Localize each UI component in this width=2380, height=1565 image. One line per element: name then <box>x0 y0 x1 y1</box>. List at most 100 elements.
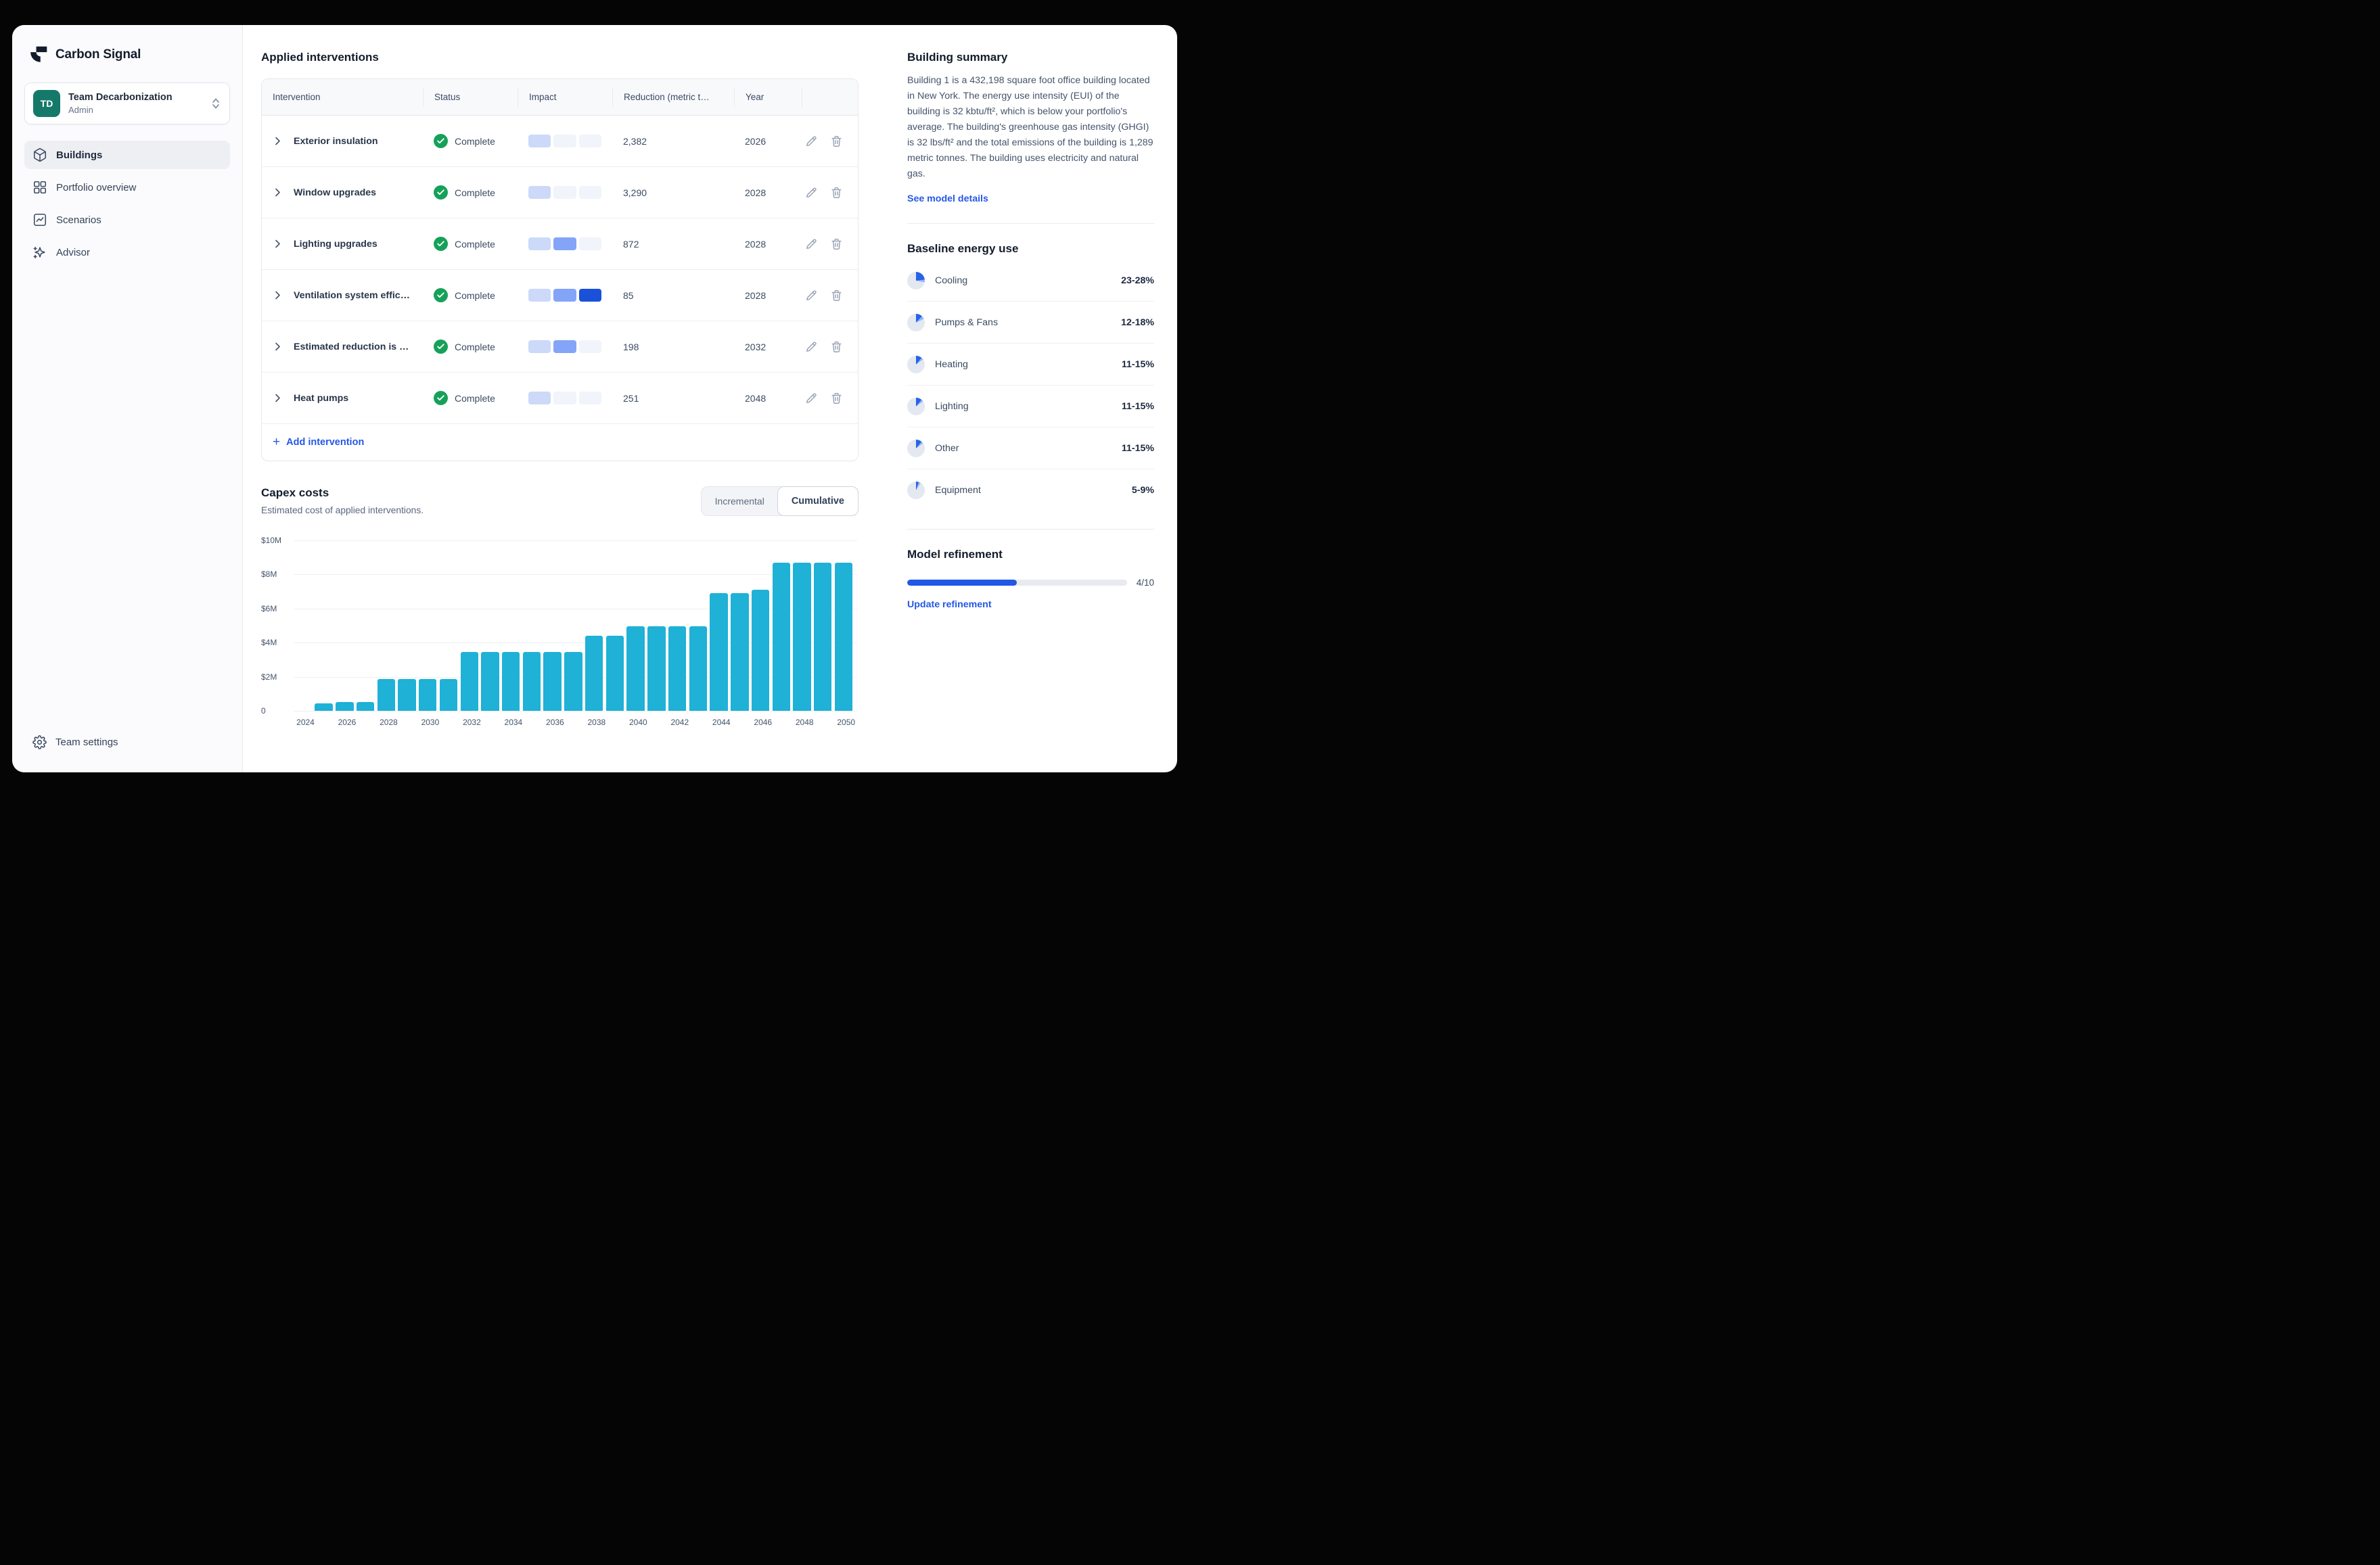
team-settings-button[interactable]: Team settings <box>24 728 230 756</box>
y-axis-tick: $10M <box>261 536 287 545</box>
y-axis-tick: $6M <box>261 604 287 613</box>
reduction-value: 198 <box>623 342 639 352</box>
x-axis-tick: 2034 <box>505 718 523 727</box>
impact-cell <box>518 186 612 199</box>
sidebar-item-portfolio-overview[interactable]: Portfolio overview <box>24 173 230 202</box>
bar <box>835 563 852 711</box>
capex-titles: Capex costs Estimated cost of applied in… <box>261 486 424 515</box>
refinement-title: Model refinement <box>907 548 1154 561</box>
add-intervention-button[interactable]: + Add intervention <box>273 436 364 448</box>
divider <box>907 223 1154 224</box>
reduction-value: 251 <box>623 393 639 404</box>
baseline-row: Other11-15% <box>907 427 1154 469</box>
impact-segment <box>579 237 601 250</box>
delete-icon[interactable] <box>830 392 843 404</box>
edit-icon[interactable] <box>805 392 818 404</box>
status-cell: Complete <box>423 391 518 405</box>
impact-segment <box>553 186 576 199</box>
delete-icon[interactable] <box>830 237 843 250</box>
bar <box>502 652 520 711</box>
baseline-list: Cooling23-28%Pumps & Fans12-18%Heating11… <box>907 260 1154 511</box>
reduction-value: 85 <box>623 290 634 301</box>
bar <box>585 636 603 711</box>
building-summary-text: Building 1 is a 432,198 square foot offi… <box>907 73 1154 182</box>
chevron-right-icon[interactable] <box>273 136 283 146</box>
sidebar-item-advisor[interactable]: Advisor <box>24 238 230 266</box>
see-model-details-link[interactable]: See model details <box>907 193 988 204</box>
baseline-range: 11-15% <box>1122 401 1154 412</box>
sidebar-item-label: Advisor <box>56 247 90 258</box>
baseline-row: Heating11-15% <box>907 344 1154 386</box>
delete-icon[interactable] <box>830 186 843 199</box>
actions-cell <box>802 186 858 199</box>
chevron-right-icon[interactable] <box>273 187 283 197</box>
table-row: Lighting upgradesComplete8722028 <box>262 218 858 269</box>
x-axis-tick: 2038 <box>587 718 605 727</box>
x-axis-tick: 2046 <box>754 718 772 727</box>
status-label: Complete <box>455 187 495 198</box>
status-cell: Complete <box>423 288 518 302</box>
plus-icon: + <box>273 436 280 448</box>
sidebar-item-label: Scenarios <box>56 214 101 226</box>
capex-header: Capex costs Estimated cost of applied in… <box>261 486 859 516</box>
column-header: Status <box>423 88 518 107</box>
intervention-name: Ventilation system effici… <box>294 290 412 301</box>
toggle-option-incremental[interactable]: Incremental <box>702 487 778 515</box>
toggle-option-cumulative[interactable]: Cumulative <box>777 486 859 516</box>
edit-icon[interactable] <box>805 289 818 302</box>
baseline-range: 23-28% <box>1121 275 1154 286</box>
reduction-value: 3,290 <box>623 187 647 198</box>
edit-icon[interactable] <box>805 237 818 250</box>
impact-cell <box>518 237 612 250</box>
bar <box>523 652 541 711</box>
app-title: Carbon Signal <box>55 47 141 62</box>
impact-segment <box>553 237 576 250</box>
team-settings-label: Team settings <box>55 737 118 748</box>
update-refinement-link[interactable]: Update refinement <box>907 599 992 610</box>
x-axis-tick: 2024 <box>296 718 315 727</box>
edit-icon[interactable] <box>805 340 818 353</box>
building-summary-title: Building summary <box>907 51 1154 64</box>
bar <box>481 652 499 711</box>
check-circle-icon <box>434 340 448 354</box>
edit-icon[interactable] <box>805 135 818 147</box>
capex-subtitle: Estimated cost of applied interventions. <box>261 505 424 515</box>
baseline-row: Pumps & Fans12-18% <box>907 302 1154 344</box>
delete-icon[interactable] <box>830 340 843 353</box>
baseline-range: 12-18% <box>1121 317 1154 328</box>
chevron-right-icon[interactable] <box>273 239 283 249</box>
baseline-title: Baseline energy use <box>907 242 1154 256</box>
edit-icon[interactable] <box>805 186 818 199</box>
intervention-name: Exterior insulation <box>294 136 378 147</box>
year-value: 2028 <box>745 239 766 250</box>
check-circle-icon <box>434 237 448 251</box>
team-switcher[interactable]: TD Team Decarbonization Admin <box>24 83 230 124</box>
pie-chart-icon <box>907 272 925 289</box>
sidebar-item-scenarios[interactable]: Scenarios <box>24 206 230 234</box>
bar <box>710 593 727 711</box>
year-value: 2032 <box>745 342 766 352</box>
bar <box>315 703 332 711</box>
delete-icon[interactable] <box>830 289 843 302</box>
bar <box>606 636 624 711</box>
status-cell: Complete <box>423 237 518 251</box>
bar <box>668 626 686 711</box>
column-header: Reduction (metric t… <box>612 88 734 107</box>
bar <box>461 652 478 711</box>
bar <box>377 679 395 711</box>
chevron-right-icon[interactable] <box>273 290 283 300</box>
sidebar-item-buildings[interactable]: Buildings <box>24 141 230 169</box>
capex-chart: 0$2M$4M$6M$8M$10M20242026202820302032203… <box>261 536 859 739</box>
chevron-right-icon[interactable] <box>273 393 283 403</box>
sidebar: Carbon Signal TD Team Decarbonization Ad… <box>12 25 243 772</box>
baseline-label: Other <box>935 443 959 454</box>
impact-segment <box>528 392 551 404</box>
bar <box>752 590 769 711</box>
delete-icon[interactable] <box>830 135 843 147</box>
chevron-right-icon[interactable] <box>273 342 283 352</box>
table-row: Exterior insulationComplete2,3822026 <box>262 116 858 166</box>
impact-segment <box>579 392 601 404</box>
baseline-label: Heating <box>935 359 968 370</box>
actions-cell <box>802 340 858 353</box>
x-axis-tick: 2048 <box>796 718 814 727</box>
